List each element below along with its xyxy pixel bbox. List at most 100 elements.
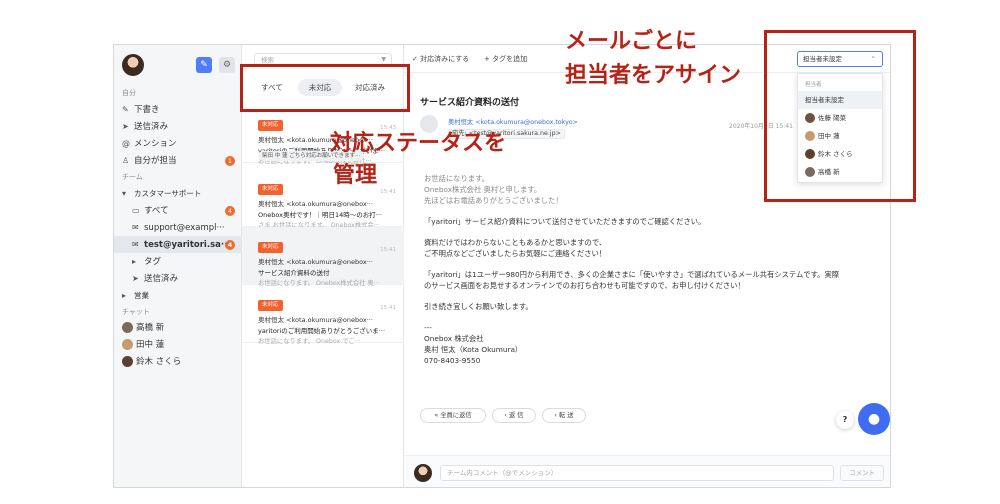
sidebar-item-label: 送信済み: [144, 274, 179, 284]
count-badge: 1: [225, 156, 235, 166]
list-item[interactable]: 未対応 奥村恒太 <kota.okumura@onebox··· Onebox奥…: [242, 169, 404, 229]
team-group-sales[interactable]: ▸ 営業: [114, 287, 241, 304]
mail-time: 15:41: [380, 247, 396, 253]
sidebar-item-label: support@exampl···: [144, 223, 225, 233]
chat-member-suzuki[interactable]: 鈴木 さくら: [114, 354, 241, 371]
body-line: お世話になります。: [424, 174, 489, 183]
chat-member-name: 高橋 新: [136, 323, 165, 333]
message-sender[interactable]: 奥村恒太 <kota.okumura@onebox.tokyo>: [448, 117, 578, 126]
body-line: 資料だけではわからないこともあるかと思いますので、: [424, 238, 607, 247]
compose-icon[interactable]: ✎: [196, 57, 212, 73]
check-icon: ✓: [412, 55, 421, 63]
signature: --- Onebox 株式会社 奥村 恒太（Kota Okumura） 070-840…: [424, 322, 884, 366]
sidebar-item-mentions[interactable]: @ メンション: [114, 135, 241, 152]
mail-time: 15:41: [380, 189, 396, 195]
body-line: 先ほどはお電話ありがとうございました！: [424, 196, 563, 205]
user-avatar[interactable]: [122, 54, 144, 76]
sidebar-item-drafts[interactable]: ✎ 下書き: [114, 101, 241, 118]
status-caption-line2: 管理: [333, 163, 378, 188]
count-badge: 4: [225, 206, 235, 216]
reply-button[interactable]: ‹ 返 信: [492, 408, 536, 423]
caret-down-icon: ▾: [122, 189, 127, 198]
avatar: [122, 356, 133, 367]
body-paragraph: 「yaritori」は1ユーザー980円から利用でき、多くの企業さまに「使いやす…: [424, 269, 884, 291]
mail-preview: お世話になります。 Onebox でご···: [258, 338, 361, 345]
reply-all-icon: «: [434, 412, 439, 419]
forward-button[interactable]: › 転 送: [542, 408, 586, 423]
chat-support-icon[interactable]: ●: [858, 403, 890, 435]
mail-from: 奥村恒太 <kota.okumura@onebox···: [258, 200, 373, 208]
send-icon: ➤: [122, 122, 129, 131]
status-badge: 未対応: [258, 184, 283, 195]
sidebar-item-label: すべて: [144, 206, 169, 216]
avatar: [122, 339, 133, 350]
help-button[interactable]: ?: [836, 411, 854, 429]
sidebar-header: ✎ ⚙: [114, 45, 241, 85]
mail-subject: Onebox奥村です！｜明日14時〜のお打···: [258, 211, 382, 219]
body-line: 引き続き宜しくお願い致します。: [424, 302, 533, 311]
message-subject: サービス紹介資料の送付: [420, 98, 520, 108]
list-item-selected[interactable]: 未対応 奥村恒太 <kota.okumura@onebox··· サービス紹介資…: [242, 227, 404, 287]
status-badge: 未対応: [258, 120, 283, 131]
sidebar-item-support-inbox[interactable]: ✉ support@exampl···: [114, 219, 241, 236]
status-caption-line1: 対応ステータスを: [330, 131, 507, 156]
sidebar-item-team-sent[interactable]: ➤ 送信済み: [114, 270, 241, 287]
sidebar-item-label: タグ: [144, 257, 162, 267]
body-paragraph: 資料だけではわからないこともあるかと思いますので、 ご不明点などございましたらお気…: [424, 237, 884, 259]
status-tabs-highlight: [240, 64, 410, 112]
sidebar: ✎ ⚙ 自分 ✎ 下書き ➤ 送信済み @ メンション ♙ 自分が担当 1 チーム ▾ カス…: [114, 45, 242, 487]
assignee-highlight: [764, 30, 916, 202]
assign-caption-line2: 担当者をアサイン: [565, 63, 742, 88]
reply-all-button[interactable]: « 全員に返信: [420, 408, 486, 423]
list-item[interactable]: 未対応 奥村恒太 <kota.okumura@onebox··· yaritor…: [242, 285, 404, 345]
body-line: ご不明点などございましたらお気軽にご連絡ください！: [424, 249, 607, 258]
status-badge: 未対応: [258, 300, 283, 311]
pencil-icon: ✎: [122, 105, 129, 114]
add-tag-button[interactable]: + タグを追加: [484, 54, 527, 64]
chat-member-takahashi[interactable]: 高橋 新: [114, 320, 241, 337]
sidebar-item-label: 自分が担当: [134, 156, 177, 166]
sidebar-item-sent[interactable]: ➤ 送信済み: [114, 118, 241, 135]
sidebar-item-label: 下書き: [134, 105, 160, 115]
gear-icon[interactable]: ⚙: [219, 57, 235, 73]
sidebar-item-label: 送信済み: [134, 122, 169, 132]
body-paragraph: 「yaritori」サービス紹介資料について送付させていただきますのでご確認くだ…: [424, 216, 884, 227]
caret-right-icon: ▸: [132, 257, 137, 266]
search-placeholder: 検索: [261, 56, 274, 64]
team-group-label: 営業: [134, 291, 149, 300]
sidebar-item-all[interactable]: ▭ すべて 4: [114, 202, 241, 219]
comment-bar: チーム内コメント（@でメンション） コメント: [404, 455, 890, 487]
sidebar-item-tags[interactable]: ▸ タグ: [114, 253, 241, 270]
comment-input[interactable]: チーム内コメント（@でメンション）: [440, 465, 834, 481]
assign-caption-line1: メールごとに: [565, 29, 698, 54]
sidebar-item-label: メンション: [134, 139, 177, 149]
comment-submit-button[interactable]: コメント: [840, 465, 884, 481]
count-badge: 4: [225, 240, 235, 250]
chat-member-name: 鈴木 さくら: [136, 357, 182, 367]
sidebar-item-test-inbox[interactable]: ✉ test@yaritori.sa··· 4: [114, 236, 241, 253]
body-line: ---: [424, 323, 432, 332]
avatar: [414, 464, 432, 482]
team-group-support[interactable]: ▾ カスタマーサポート: [114, 185, 241, 202]
button-label: 転 送: [558, 412, 574, 419]
sidebar-item-label: test@yaritori.sa···: [144, 240, 231, 250]
body-line: 「yaritori」サービス紹介資料について送付させていただきますのでご確認くだ…: [424, 217, 706, 226]
at-icon: @: [122, 139, 130, 148]
team-group-label: カスタマーサポート: [134, 189, 202, 198]
body-line: 070-8403-9550: [424, 356, 481, 365]
mail-subject: yaritoriのご利用開始ありがとうございま···: [258, 327, 386, 335]
body-line: Onebox株式会社 奥村と申します。: [424, 185, 542, 194]
sidebar-item-assigned[interactable]: ♙ 自分が担当 1: [114, 152, 241, 169]
chat-member-name: 田中 蓮: [136, 340, 165, 350]
mail-subject: サービス紹介資料の送付: [258, 269, 330, 277]
mark-done-button[interactable]: ✓ 対応済みにする: [412, 54, 469, 64]
button-label: タグを追加: [492, 55, 528, 63]
chat-member-tanaka[interactable]: 田中 蓮: [114, 337, 241, 354]
section-team: チーム: [122, 173, 143, 181]
section-personal: 自分: [122, 89, 136, 97]
reply-icon: ‹: [504, 412, 507, 419]
mail-time: 15:41: [380, 305, 396, 311]
forward-icon: ›: [554, 412, 557, 419]
person-icon: ♙: [122, 156, 130, 165]
button-label: 対応済みにする: [420, 55, 470, 63]
